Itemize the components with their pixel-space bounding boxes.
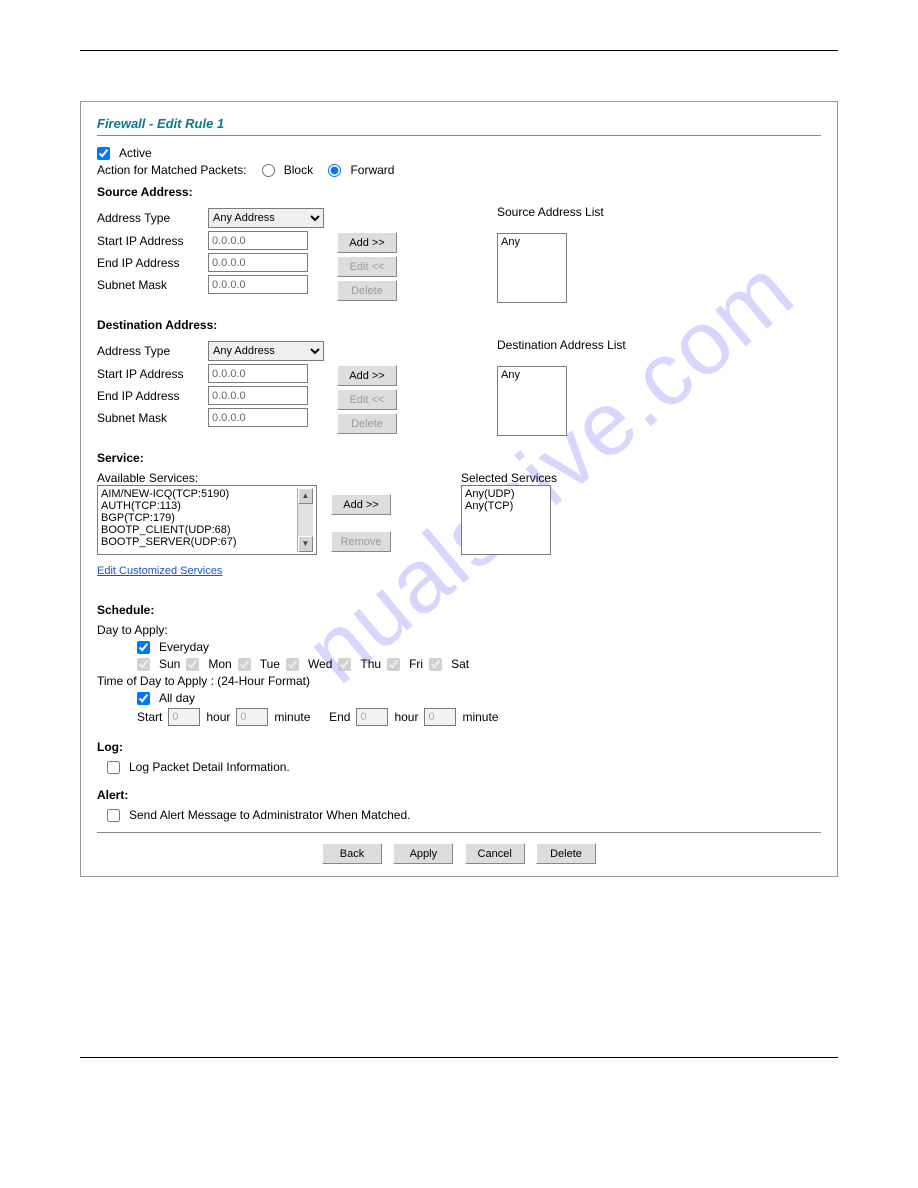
list-item[interactable]: AUTH(TCP:113) [101,500,297,512]
firewall-edit-panel: Firewall - Edit Rule 1 Active Action for… [80,101,838,877]
block-radio[interactable] [262,164,275,177]
day-to-apply-label: Day to Apply: [97,623,821,637]
day-wed-label: Wed [308,657,332,671]
dest-heading: Destination Address: [97,318,821,332]
dest-addr-type-select[interactable]: Any Address [208,341,324,361]
src-start-ip-input[interactable] [208,231,308,250]
everyday-checkbox[interactable] [137,641,150,654]
list-item[interactable]: BGP(TCP:179) [101,512,297,524]
available-services-list[interactable]: AIM/NEW-ICQ(TCP:5190) AUTH(TCP:113) BGP(… [97,485,317,555]
day-tue-label: Tue [260,657,280,671]
dest-start-ip-input[interactable] [208,364,308,383]
service-heading: Service: [97,451,821,465]
hour-label: hour [206,710,230,724]
start-hour-input[interactable] [168,708,200,726]
day-sat-checkbox[interactable] [429,658,442,671]
list-item[interactable]: Any(TCP) [465,500,547,512]
day-thu-label: Thu [360,657,381,671]
active-label: Active [119,146,152,160]
end-label: End [329,710,350,724]
panel-title: Firewall - Edit Rule 1 [97,116,821,131]
day-tue-checkbox[interactable] [238,658,251,671]
alert-checkbox[interactable] [107,809,120,822]
end-minute-input[interactable] [424,708,456,726]
allday-label: All day [159,691,195,705]
end-hour-input[interactable] [356,708,388,726]
day-sun-checkbox[interactable] [137,658,150,671]
src-end-ip-input[interactable] [208,253,308,272]
list-item[interactable]: BOOTP_SERVER(UDP:67) [101,536,297,548]
src-delete-button[interactable]: Delete [337,280,397,301]
dest-edit-button[interactable]: Edit << [337,389,397,410]
day-sun-label: Sun [159,657,180,671]
dest-list-label: Destination Address List [497,338,626,352]
dest-list[interactable]: Any [497,366,567,436]
start-minute-input[interactable] [236,708,268,726]
minute-label: minute [274,710,310,724]
scroll-up-icon[interactable]: ▲ [298,488,313,504]
log-checkbox[interactable] [107,761,120,774]
day-mon-label: Mon [208,657,231,671]
forward-label: Forward [350,163,394,177]
forward-radio[interactable] [328,164,341,177]
list-item[interactable]: Any [501,236,563,248]
dest-addr-type-label: Address Type [97,344,202,358]
day-fri-checkbox[interactable] [387,658,400,671]
day-mon-checkbox[interactable] [186,658,199,671]
src-list-label: Source Address List [497,205,604,219]
dest-delete-button[interactable]: Delete [337,413,397,434]
src-start-ip-label: Start IP Address [97,234,202,248]
src-edit-button[interactable]: Edit << [337,256,397,277]
src-addr-type-select[interactable]: Any Address [208,208,324,228]
service-add-button[interactable]: Add >> [331,494,391,515]
src-subnet-label: Subnet Mask [97,278,202,292]
log-heading: Log: [97,740,821,754]
list-item[interactable]: Any(UDP) [465,488,547,500]
time-of-day-label: Time of Day to Apply : (24-Hour Format) [97,674,821,688]
apply-button[interactable]: Apply [393,843,453,864]
dest-end-ip-input[interactable] [208,386,308,405]
available-services-label: Available Services: [97,471,317,485]
schedule-heading: Schedule: [97,603,821,617]
scrollbar[interactable]: ▲ ▼ [297,488,313,552]
alert-heading: Alert: [97,788,821,802]
delete-button[interactable]: Delete [536,843,596,864]
start-label: Start [137,710,162,724]
back-button[interactable]: Back [322,843,382,864]
src-list[interactable]: Any [497,233,567,303]
day-thu-checkbox[interactable] [338,658,351,671]
day-wed-checkbox[interactable] [286,658,299,671]
day-sat-label: Sat [451,657,469,671]
day-fri-label: Fri [409,657,423,671]
cancel-button[interactable]: Cancel [465,843,525,864]
alert-label: Send Alert Message to Administrator When… [129,808,410,822]
dest-end-ip-label: End IP Address [97,389,202,403]
selected-services-label: Selected Services [461,471,557,485]
edit-custom-services-link[interactable]: Edit Customized Services [97,565,222,577]
list-item[interactable]: Any [501,369,563,381]
active-checkbox[interactable] [97,147,110,160]
src-addr-type-label: Address Type [97,211,202,225]
log-label: Log Packet Detail Information. [129,760,290,774]
dest-add-button[interactable]: Add >> [337,365,397,386]
list-item[interactable]: BOOTP_CLIENT(UDP:68) [101,524,297,536]
everyday-label: Everyday [159,640,209,654]
service-remove-button[interactable]: Remove [331,531,391,552]
scroll-down-icon[interactable]: ▼ [298,536,313,552]
source-heading: Source Address: [97,185,821,199]
minute-label-2: minute [462,710,498,724]
hour-label-2: hour [394,710,418,724]
src-subnet-input[interactable] [208,275,308,294]
selected-services-list[interactable]: Any(UDP) Any(TCP) [461,485,551,555]
list-item[interactable]: AIM/NEW-ICQ(TCP:5190) [101,488,297,500]
allday-checkbox[interactable] [137,692,150,705]
dest-subnet-label: Subnet Mask [97,411,202,425]
src-add-button[interactable]: Add >> [337,232,397,253]
block-label: Block [284,163,313,177]
src-end-ip-label: End IP Address [97,256,202,270]
dest-start-ip-label: Start IP Address [97,367,202,381]
dest-subnet-input[interactable] [208,408,308,427]
action-label: Action for Matched Packets: [97,163,246,177]
